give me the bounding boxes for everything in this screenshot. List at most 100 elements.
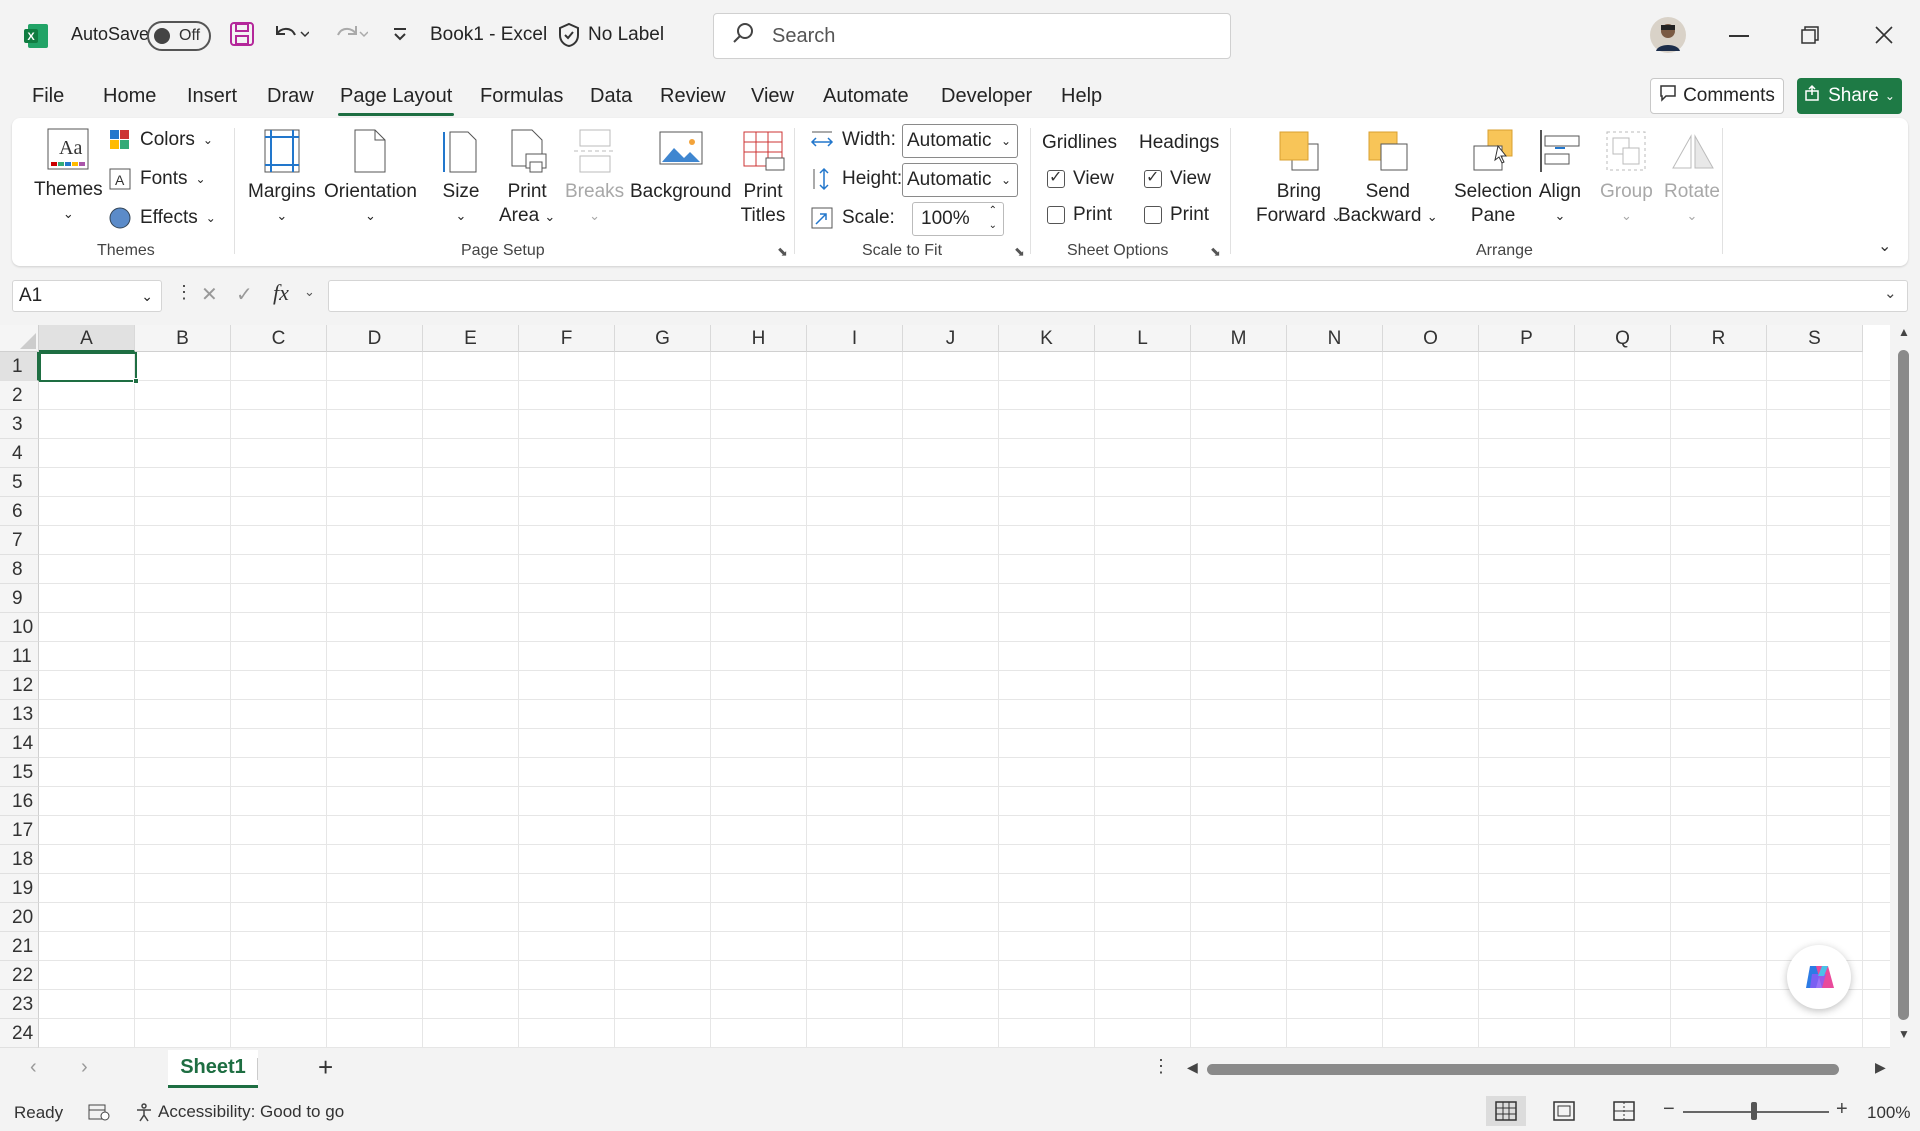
- column-header-o[interactable]: O: [1383, 325, 1479, 352]
- rotate-button[interactable]: Rotate ⌄: [1664, 128, 1720, 228]
- comments-button[interactable]: Comments: [1650, 78, 1784, 114]
- chevron-down-icon[interactable]: ⌄: [141, 288, 153, 305]
- tab-home[interactable]: Home: [101, 78, 158, 114]
- colors-button[interactable]: Colors ⌄: [108, 128, 213, 152]
- size-button[interactable]: Size ⌄: [438, 128, 484, 228]
- row-header-21[interactable]: 21: [0, 932, 39, 961]
- fill-handle[interactable]: [133, 378, 139, 384]
- tab-developer[interactable]: Developer: [939, 78, 1034, 114]
- column-header-n[interactable]: N: [1287, 325, 1383, 352]
- normal-view-button[interactable]: [1486, 1096, 1526, 1126]
- horizontal-scrollbar[interactable]: ◀ ▶: [1185, 1050, 1886, 1088]
- cancel-icon[interactable]: ✕: [201, 282, 218, 307]
- row-header-19[interactable]: 19: [0, 874, 39, 903]
- scroll-up-icon[interactable]: ▲: [1898, 325, 1910, 339]
- scroll-left-icon[interactable]: ◀: [1187, 1059, 1198, 1076]
- page-layout-view-button[interactable]: [1552, 1100, 1576, 1127]
- column-header-g[interactable]: G: [615, 325, 711, 352]
- row-header-15[interactable]: 15: [0, 758, 39, 787]
- search-box[interactable]: Search: [713, 13, 1231, 59]
- vertical-scroll-thumb[interactable]: [1898, 350, 1909, 1020]
- column-header-a[interactable]: A: [39, 325, 135, 352]
- row-header-11[interactable]: 11: [0, 642, 39, 671]
- tab-draw[interactable]: Draw: [265, 78, 316, 114]
- zoom-level[interactable]: 100%: [1867, 1103, 1910, 1123]
- bring-forward-button[interactable]: Bring Forward ⌄: [1256, 128, 1342, 229]
- minimize-button[interactable]: [1729, 35, 1749, 37]
- tab-insert[interactable]: Insert: [185, 78, 239, 114]
- accessibility-status[interactable]: Accessibility: Good to go: [134, 1102, 344, 1122]
- column-header-m[interactable]: M: [1191, 325, 1287, 352]
- next-sheet-icon[interactable]: ›: [81, 1056, 88, 1079]
- group-button[interactable]: Group ⌄: [1600, 128, 1653, 228]
- column-header-d[interactable]: D: [327, 325, 423, 352]
- tab-data[interactable]: Data: [588, 78, 634, 114]
- column-header-j[interactable]: J: [903, 325, 999, 352]
- zoom-out-icon[interactable]: −: [1663, 1098, 1675, 1121]
- customize-qat-icon[interactable]: [392, 26, 408, 44]
- column-header-c[interactable]: C: [231, 325, 327, 352]
- select-all-corner[interactable]: [0, 325, 39, 352]
- width-select[interactable]: Automatic ⌄: [902, 124, 1018, 158]
- row-header-20[interactable]: 20: [0, 903, 39, 932]
- row-header-18[interactable]: 18: [0, 845, 39, 874]
- tab-page-layout[interactable]: Page Layout: [338, 78, 455, 116]
- more-options-icon[interactable]: ⋮: [175, 282, 193, 303]
- autosave-toggle[interactable]: Off: [147, 21, 211, 51]
- formula-input[interactable]: [328, 280, 1908, 312]
- column-header-p[interactable]: P: [1479, 325, 1575, 352]
- row-header-16[interactable]: 16: [0, 787, 39, 816]
- column-header-q[interactable]: Q: [1575, 325, 1671, 352]
- more-options-icon[interactable]: ⋮: [1152, 1056, 1170, 1077]
- align-button[interactable]: Align ⌄: [1537, 128, 1583, 228]
- row-header-3[interactable]: 3: [0, 410, 39, 439]
- expand-formula-bar-icon[interactable]: ⌄: [1884, 284, 1897, 302]
- scale-spinner[interactable]: 100% ⌃ ⌄: [912, 202, 1004, 236]
- row-header-8[interactable]: 8: [0, 555, 39, 584]
- sheet-tab[interactable]: Sheet1: [168, 1050, 258, 1088]
- checkbox-checked[interactable]: [1144, 167, 1162, 188]
- active-cell[interactable]: [39, 352, 137, 382]
- tab-review[interactable]: Review: [658, 78, 728, 114]
- row-header-22[interactable]: 22: [0, 961, 39, 990]
- column-header-i[interactable]: I: [807, 325, 903, 352]
- row-header-6[interactable]: 6: [0, 497, 39, 526]
- row-header-17[interactable]: 17: [0, 816, 39, 845]
- restore-button[interactable]: [1801, 26, 1819, 44]
- tab-automate[interactable]: Automate: [821, 78, 911, 114]
- undo-icon[interactable]: [271, 22, 309, 46]
- avatar[interactable]: [1650, 17, 1686, 53]
- tab-view[interactable]: View: [749, 78, 796, 114]
- sensitivity-shield-icon[interactable]: [557, 22, 581, 48]
- scroll-right-icon[interactable]: ▶: [1875, 1059, 1886, 1076]
- margins-button[interactable]: Margins ⌄: [248, 128, 316, 228]
- spinner-arrows-icon[interactable]: ⌃ ⌄: [989, 203, 997, 233]
- effects-button[interactable]: Effects ⌄: [108, 206, 216, 230]
- row-header-4[interactable]: 4: [0, 439, 39, 468]
- copilot-button[interactable]: [1787, 945, 1851, 1009]
- row-header-13[interactable]: 13: [0, 700, 39, 729]
- row-header-1[interactable]: 1: [0, 352, 39, 381]
- column-header-r[interactable]: R: [1671, 325, 1767, 352]
- tab-formulas[interactable]: Formulas: [478, 78, 565, 114]
- themes-button[interactable]: Aa Themes ⌄: [34, 126, 103, 226]
- gridlines-print-checkbox[interactable]: Print: [1047, 204, 1112, 226]
- checkbox-checked[interactable]: [1047, 167, 1065, 188]
- gridlines-view-checkbox[interactable]: View: [1047, 167, 1114, 190]
- row-header-23[interactable]: 23: [0, 990, 39, 1019]
- row-header-2[interactable]: 2: [0, 381, 39, 410]
- close-button[interactable]: [1874, 25, 1894, 45]
- breaks-button[interactable]: Breaks ⌄: [565, 128, 624, 228]
- row-header-24[interactable]: 24: [0, 1019, 39, 1048]
- scroll-down-icon[interactable]: ▼: [1898, 1027, 1910, 1041]
- selection-pane-button[interactable]: Selection Pane: [1454, 128, 1532, 228]
- tab-help[interactable]: Help: [1059, 78, 1104, 114]
- send-backward-button[interactable]: Send Backward ⌄: [1338, 128, 1438, 229]
- name-box[interactable]: A1 ⌄: [12, 280, 162, 312]
- row-header-5[interactable]: 5: [0, 468, 39, 497]
- print-titles-button[interactable]: Print Titles: [740, 128, 786, 228]
- sensitivity-label[interactable]: No Label: [588, 24, 664, 46]
- checkbox-unchecked[interactable]: [1047, 206, 1065, 224]
- print-area-button[interactable]: Print Area ⌄: [499, 128, 555, 229]
- dialog-launcher-icon[interactable]: ⬊: [777, 244, 788, 260]
